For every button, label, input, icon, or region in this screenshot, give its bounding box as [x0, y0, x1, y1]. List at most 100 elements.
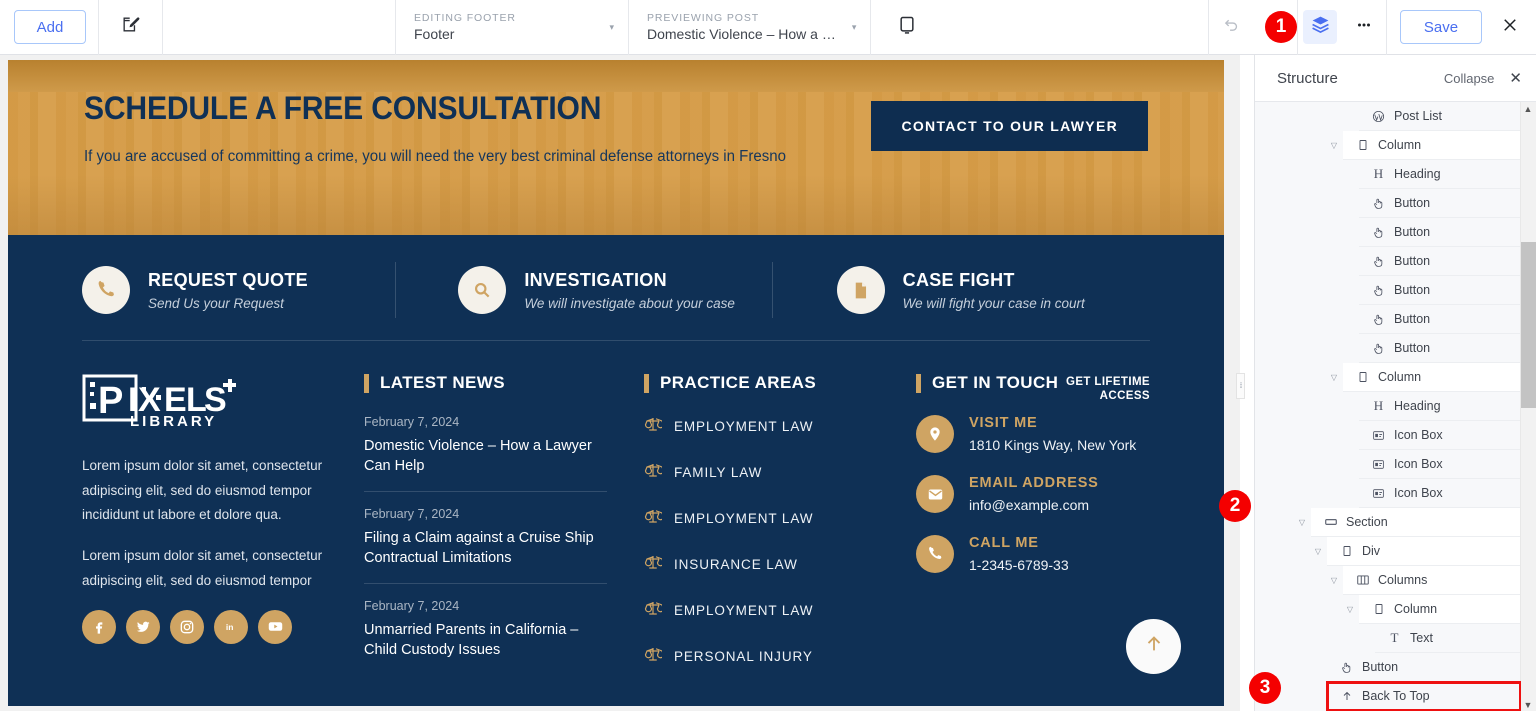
facebook-icon[interactable] [82, 609, 116, 644]
close-editor-button[interactable] [1495, 16, 1536, 39]
structure-row-button[interactable]: Button [1359, 218, 1521, 247]
structure-row-icon-box[interactable]: Icon Box [1359, 450, 1521, 479]
contact-label: EMAIL ADDRESS [969, 475, 1099, 491]
structure-row-div[interactable]: ▽ Div [1315, 537, 1521, 566]
news-title[interactable]: Unmarried Parents in California – Child … [364, 620, 607, 660]
practice-area-item[interactable]: INSURANCE LAW [644, 553, 916, 576]
structure-row-column[interactable]: ▽ Column [1331, 131, 1521, 160]
structure-row-label: Heading [1394, 167, 1441, 181]
services-strip: REQUEST QUOTE Send Us your Request INVES… [8, 235, 1224, 340]
service-item-request-quote[interactable]: REQUEST QUOTE Send Us your Request [82, 266, 395, 314]
contact-item-email[interactable]: EMAIL ADDRESS info@example.com [916, 475, 1150, 513]
structure-row-button[interactable]: Button [1359, 334, 1521, 363]
service-item-investigation[interactable]: INVESTIGATION We will investigate about … [396, 266, 771, 314]
contact-value: info@example.com [969, 497, 1090, 513]
chevron-down-icon[interactable]: ▽ [1326, 576, 1342, 585]
structure-row-button[interactable]: Button [1327, 653, 1521, 682]
contact-lawyer-button[interactable]: CONTACT TO OUR LAWYER [871, 101, 1148, 151]
about-paragraph-2: Lorem ipsum dolor sit amet, consectetur … [82, 548, 323, 588]
structure-row-heading[interactable]: H Heading [1359, 392, 1521, 421]
structure-row-back-to-top[interactable]: Back To Top [1326, 681, 1521, 711]
scales-of-justice-icon [644, 415, 665, 438]
linkedin-icon[interactable]: in [214, 609, 248, 644]
structure-row-button[interactable]: Button [1359, 189, 1521, 218]
toolbar-divider [1297, 0, 1298, 55]
contact-item-visit-me[interactable]: VISIT ME 1810 Kings Way, New York [916, 415, 1150, 453]
structure-row-button[interactable]: Button [1359, 247, 1521, 276]
structure-scrollbar-thumb[interactable] [1521, 242, 1536, 408]
edit-button[interactable] [99, 15, 162, 39]
practice-area-label: INSURANCE LAW [674, 557, 798, 572]
chevron-down-icon[interactable]: ▽ [1294, 518, 1310, 527]
svg-text:LIBRARY: LIBRARY [130, 413, 217, 429]
footer-column-get-in-touch: GET IN TOUCH GET LIFETIME ACCESS VISIT M… [916, 373, 1150, 691]
structure-row-column[interactable]: ▽ Column [1331, 363, 1521, 392]
add-button-cell: Add [0, 0, 98, 55]
practice-area-item[interactable]: EMPLOYMENT LAW [644, 415, 916, 438]
practice-area-item[interactable]: FAMILY LAW [644, 461, 916, 484]
add-button[interactable]: Add [14, 10, 86, 44]
news-title[interactable]: Filing a Claim against a Cruise Ship Con… [364, 528, 607, 568]
editing-footer-dropdown[interactable]: EDITING FOOTER Footer ▾ [396, 0, 628, 55]
structure-row-column[interactable]: ▽ Column [1347, 595, 1521, 624]
button-icon [1369, 226, 1388, 239]
scales-of-justice-icon [644, 599, 665, 622]
structure-panel-toggle-button[interactable] [1303, 10, 1337, 44]
structure-panel-scrollbar[interactable] [1520, 102, 1536, 711]
service-title: INVESTIGATION [524, 269, 667, 290]
practice-area-item[interactable]: PERSONAL INJURY [644, 645, 916, 668]
structure-row-text[interactable]: T Text [1375, 624, 1521, 653]
structure-row-label: Column [1378, 138, 1422, 152]
structure-scroll-down-arrow-icon[interactable]: ▼ [1520, 698, 1536, 711]
arrow-up-icon [1337, 690, 1356, 702]
edit-pencil-square-icon [121, 15, 140, 39]
accent-bar [364, 373, 369, 393]
undo-button[interactable] [1214, 10, 1248, 44]
youtube-icon[interactable] [258, 609, 292, 644]
service-title: CASE FIGHT [902, 269, 1015, 290]
practice-area-item[interactable]: EMPLOYMENT LAW [644, 507, 916, 530]
save-button[interactable]: Save [1400, 10, 1482, 44]
toolbar-right-group: Save [1208, 0, 1536, 55]
undo-arrow-icon [1223, 16, 1240, 38]
collapse-all-button[interactable]: Collapse [1444, 71, 1495, 86]
contact-value: 1810 Kings Way, New York [969, 437, 1137, 453]
svg-text:in: in [225, 622, 233, 632]
news-item[interactable]: February 7, 2024 Unmarried Parents in Ca… [364, 599, 607, 675]
chevron-down-icon[interactable]: ▽ [1310, 547, 1326, 556]
back-to-top-button[interactable] [1126, 619, 1181, 674]
service-item-case-fight[interactable]: CASE FIGHT We will fight your case in co… [773, 266, 1150, 314]
structure-row-label: Back To Top [1362, 689, 1430, 703]
chevron-down-icon[interactable]: ▽ [1326, 141, 1342, 150]
structure-row-button[interactable]: Button [1359, 276, 1521, 305]
icon-box-icon [1369, 458, 1388, 471]
instagram-icon[interactable] [170, 609, 204, 644]
news-title[interactable]: Domestic Violence – How a Lawyer Can Hel… [364, 436, 607, 476]
previewing-post-dropdown[interactable]: PREVIEWING POST Domestic Violence – How … [629, 0, 870, 55]
structure-scroll-up-arrow-icon[interactable]: ▲ [1520, 102, 1536, 115]
structure-row-button[interactable]: Button [1359, 305, 1521, 334]
structure-row-icon-box[interactable]: Icon Box [1359, 421, 1521, 450]
close-structure-panel-button[interactable]: ✕ [1509, 71, 1522, 86]
responsive-mode-button[interactable] [871, 15, 943, 40]
chevron-down-icon[interactable]: ▽ [1342, 605, 1358, 614]
more-options-button[interactable] [1347, 10, 1381, 44]
button-icon [1369, 313, 1388, 326]
structure-row-icon-box[interactable]: Icon Box [1359, 479, 1521, 508]
contact-item-phone[interactable]: CALL ME 1-2345-6789-33 [916, 535, 1150, 573]
chevron-down-icon[interactable]: ▽ [1326, 373, 1342, 382]
structure-row-section[interactable]: ▽ Section [1299, 508, 1521, 537]
footer-column-about: P I X E L S LIBRARY Lorem ipsum dolor si… [82, 373, 364, 691]
service-title: REQUEST QUOTE [148, 269, 308, 290]
practice-area-item[interactable]: EMPLOYMENT LAW [644, 599, 916, 622]
structure-row-heading[interactable]: H Heading [1359, 160, 1521, 189]
button-icon [1369, 197, 1388, 210]
previewing-post-value: Domestic Violence – How a … [647, 26, 836, 42]
structure-row-columns[interactable]: ▽ Columns [1331, 566, 1521, 595]
structure-row-post-list[interactable]: Post List [1359, 102, 1521, 131]
news-item[interactable]: February 7, 2024 Domestic Violence – How… [364, 415, 607, 492]
twitter-icon[interactable] [126, 609, 160, 644]
panel-resize-handle[interactable]: ⁞⁞ [1236, 373, 1245, 399]
news-item[interactable]: February 7, 2024 Filing a Claim against … [364, 507, 607, 584]
